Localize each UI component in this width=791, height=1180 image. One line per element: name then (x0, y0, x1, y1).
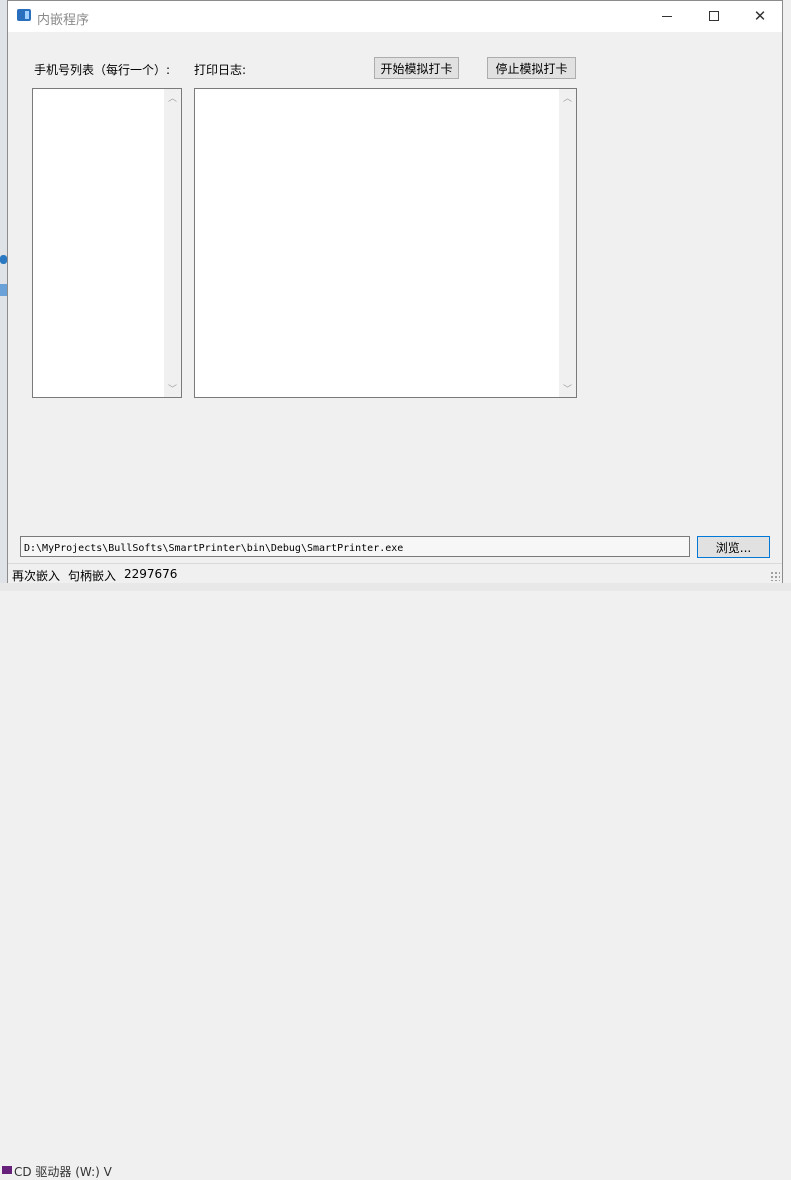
browse-button[interactable]: 浏览... (697, 536, 770, 558)
print-log-textarea[interactable]: ︿ ﹀ (194, 88, 577, 398)
desktop-monitor-icon (0, 284, 7, 296)
print-log-scrollbar[interactable]: ︿ ﹀ (559, 89, 576, 397)
maximize-button[interactable] (691, 1, 737, 31)
phone-list-textarea[interactable]: ︿ ﹀ (32, 88, 182, 398)
title-bar[interactable]: 内嵌程序 ✕ (8, 1, 782, 32)
taskbar-item-label[interactable]: CD 驱动器 (W:) V (14, 1163, 112, 1180)
scroll-down-icon[interactable]: ﹀ (559, 380, 576, 397)
status-bar: 再次嵌入 句柄嵌入 2297676 (8, 563, 782, 583)
phone-list-scrollbar[interactable]: ︿ ﹀ (164, 89, 181, 397)
scroll-up-icon[interactable]: ︿ (164, 89, 181, 106)
status-reembed[interactable]: 再次嵌入 (12, 567, 60, 584)
app-window-icon (17, 9, 31, 21)
maximize-icon (709, 11, 719, 21)
close-button[interactable]: ✕ (737, 1, 783, 31)
close-icon: ✕ (753, 7, 767, 25)
minimize-icon (662, 15, 672, 17)
scroll-down-icon[interactable]: ﹀ (164, 380, 181, 397)
print-log-label: 打印日志: (194, 63, 247, 77)
resize-grip-icon[interactable] (770, 571, 780, 581)
phone-list-label: 手机号列表（每行一个）: (34, 63, 171, 77)
taskbar: CD 驱动器 (W:) V (0, 583, 791, 1179)
scroll-up-icon[interactable]: ︿ (559, 89, 576, 106)
status-handle-value: 2297676 (124, 567, 178, 581)
minimize-button[interactable] (644, 1, 690, 31)
exe-path-input[interactable] (20, 536, 690, 557)
desktop-cloud-icon (0, 255, 7, 264)
window-title: 内嵌程序 (37, 13, 90, 28)
stop-simulate-button[interactable]: 停止模拟打卡 (487, 57, 576, 79)
main-window: 内嵌程序 ✕ 手机号列表（每行一个）: 打印日志: 开始模拟打卡 停止模拟打卡 … (7, 0, 783, 583)
status-handle-embed[interactable]: 句柄嵌入 (68, 567, 116, 584)
start-simulate-button[interactable]: 开始模拟打卡 (374, 57, 459, 79)
visual-studio-icon (2, 1166, 12, 1174)
